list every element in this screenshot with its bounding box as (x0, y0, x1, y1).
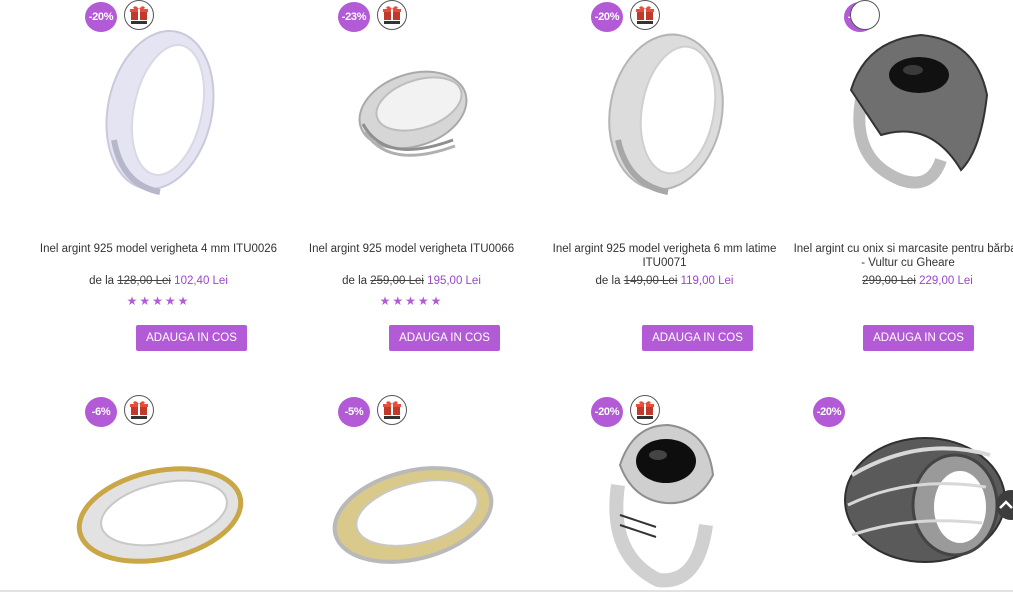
product-title[interactable]: Inel argint 925 model verigheta 4 mm ITU… (32, 242, 285, 256)
product-image[interactable] (538, 0, 791, 225)
discount-badge: -20% (813, 397, 845, 427)
discount-badge: -23% (338, 2, 370, 32)
product-image[interactable] (760, 395, 1013, 590)
old-price: 299,00 Lei (862, 275, 916, 287)
product-image[interactable] (32, 0, 285, 225)
discount-badge: -5% (338, 397, 370, 427)
old-price: 128,00 Lei (117, 275, 171, 287)
discount-badge: -20% (591, 2, 623, 32)
product-title[interactable]: Inel argint cu onix si marcasite pentru … (791, 242, 1013, 270)
product-price: de la 259,00 Lei 195,00 Lei (285, 275, 538, 287)
product-price: 299,00 Lei 229,00 Lei (791, 275, 1013, 287)
new-price: 119,00 Lei (680, 275, 734, 287)
add-to-cart-button[interactable]: ADAUGA IN COS (863, 325, 974, 351)
product-image[interactable] (285, 395, 538, 590)
new-price: 102,40 Lei (174, 275, 228, 287)
gift-icon (124, 0, 154, 30)
gift-icon (630, 395, 660, 425)
gift-icon (850, 0, 880, 30)
old-price: 149,00 Lei (623, 275, 678, 287)
price-prefix: de la (342, 275, 368, 287)
discount-badge: -6% (85, 397, 117, 427)
gift-icon (630, 0, 660, 30)
price-prefix: de la (89, 275, 115, 287)
product-image[interactable] (791, 0, 1013, 225)
product-image[interactable] (538, 395, 791, 590)
new-price: 195,00 Lei (427, 275, 481, 287)
discount-badge: -20% (85, 2, 117, 32)
add-to-cart-button[interactable]: ADAUGA IN COS (136, 325, 247, 351)
add-to-cart-button[interactable]: ADAUGA IN COS (389, 325, 500, 351)
product-price: de la 128,00 Lei 102,40 Lei (32, 275, 285, 287)
product-price: de la 149,00 Lei 119,00 Lei (538, 275, 791, 287)
rating-stars: ★★★★★ (126, 294, 191, 308)
price-prefix: de la (595, 275, 621, 287)
discount-badge: -20% (591, 397, 623, 427)
product-image[interactable] (285, 0, 538, 225)
product-title[interactable]: Inel argint 925 model verigheta ITU0066 (285, 242, 538, 256)
gift-icon (124, 395, 154, 425)
old-price: 259,00 Lei (370, 275, 424, 287)
chevron-up-icon (999, 500, 1013, 509)
product-image[interactable] (32, 395, 285, 590)
new-price: 229,00 Lei (919, 275, 973, 287)
gift-icon (377, 395, 407, 425)
gift-icon (377, 0, 407, 30)
add-to-cart-button[interactable]: ADAUGA IN COS (642, 325, 753, 351)
product-title[interactable]: Inel argint 925 model verigheta 6 mm lat… (538, 242, 791, 270)
rating-stars: ★★★★★ (379, 294, 444, 308)
